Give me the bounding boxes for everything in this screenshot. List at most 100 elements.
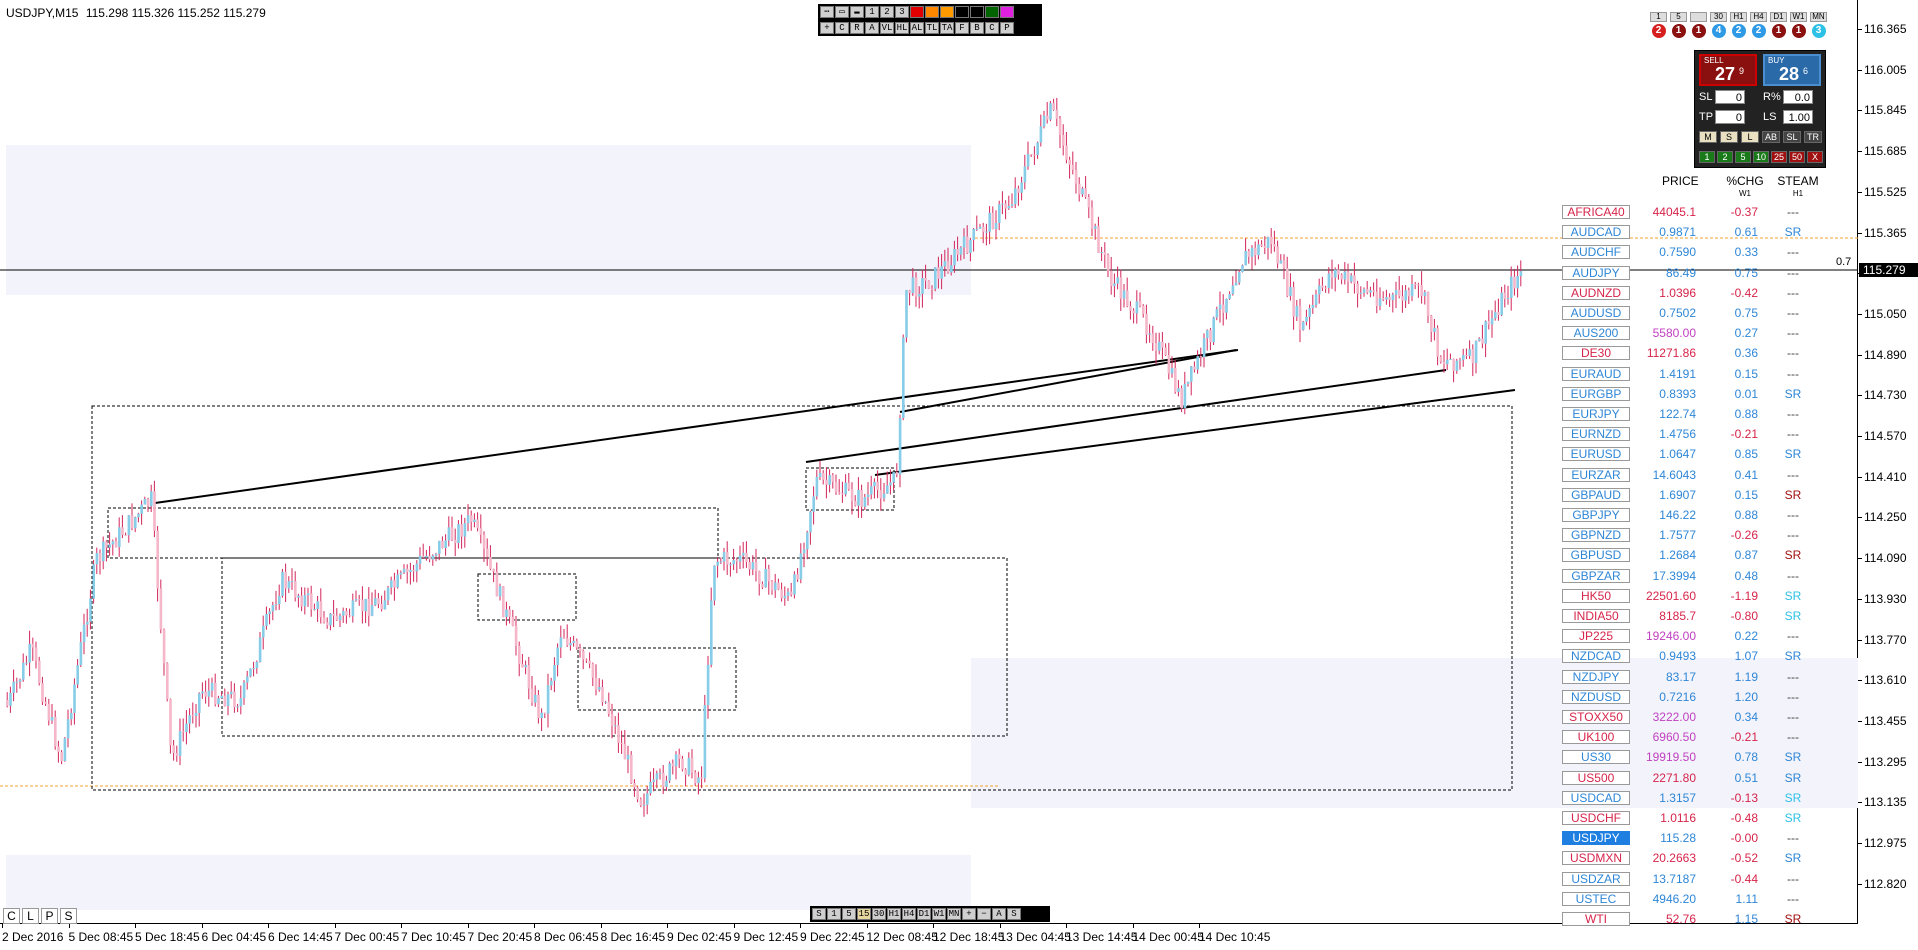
risk-input[interactable]: 0.0 <box>1783 90 1813 104</box>
watchlist-symbol[interactable]: USDZAR <box>1562 871 1630 886</box>
timeframe-button[interactable]: A <box>992 908 1006 920</box>
order-option-button[interactable]: SL <box>1783 131 1801 143</box>
toolbar-button[interactable]: P <box>1000 22 1014 34</box>
watchlist-row[interactable]: DE30 11271.86 0.36 --- <box>1562 345 1832 361</box>
timeframe-button[interactable]: S <box>1007 908 1021 920</box>
tp-input[interactable]: 0 <box>1715 110 1745 124</box>
order-option-button[interactable]: L <box>1741 131 1759 143</box>
timeframe-button[interactable]: W1 <box>932 908 946 920</box>
trend-line[interactable] <box>154 349 1239 504</box>
toolbar-button[interactable] <box>940 6 954 18</box>
watchlist-symbol[interactable]: UK100 <box>1562 730 1630 745</box>
watchlist-row[interactable]: EURGBP 0.8393 0.01 SR <box>1562 386 1832 402</box>
toolbar-button[interactable]: R <box>850 22 864 34</box>
watchlist-symbol[interactable]: USTEC <box>1562 891 1630 906</box>
watchlist-symbol[interactable]: EURAUD <box>1562 366 1630 381</box>
watchlist-symbol[interactable]: STOXX50 <box>1562 710 1630 724</box>
trend-line[interactable] <box>874 389 1516 476</box>
toolbar-button[interactable]: VL <box>880 22 894 34</box>
watchlist-symbol[interactable]: NZDCAD <box>1562 649 1630 664</box>
watchlist-symbol[interactable]: GBPJPY <box>1562 508 1630 522</box>
lot-size-input[interactable]: 1.00 <box>1783 110 1813 124</box>
toolbar-button[interactable] <box>910 6 924 18</box>
timeframe-trend[interactable]: H1 2 <box>1730 12 1747 38</box>
timeframe-trend[interactable]: 1 <box>1690 12 1707 38</box>
timeframe-button[interactable]: H4 <box>902 908 916 920</box>
lot-quick-button[interactable]: 25 <box>1771 151 1787 163</box>
watchlist-symbol[interactable]: EURGBP <box>1562 386 1630 401</box>
corner-button[interactable]: C <box>3 908 20 924</box>
toolbar-button[interactable] <box>955 6 969 18</box>
buy-button[interactable]: BUY 28 6 <box>1763 54 1821 86</box>
timeframe-button[interactable]: S <box>812 908 826 920</box>
timeframe-button[interactable]: + <box>962 908 976 920</box>
toolbar-button[interactable]: 3 <box>895 6 909 18</box>
toolbar-button[interactable]: C <box>985 22 999 34</box>
price-axis[interactable]: 116.365 116.005 115.845 115.685 115.525 115.3… <box>1858 0 1918 924</box>
timeframe-button[interactable]: − <box>977 908 991 920</box>
range-box[interactable] <box>107 507 719 559</box>
order-option-button[interactable]: AB <box>1762 131 1780 143</box>
timeframe-button[interactable]: D1 <box>917 908 931 920</box>
watchlist-symbol[interactable]: USDMXN <box>1562 851 1630 866</box>
lot-quick-button[interactable]: 50 <box>1789 151 1805 163</box>
sl-input[interactable]: 0 <box>1715 90 1745 104</box>
watchlist-symbol[interactable]: WTI <box>1562 912 1630 926</box>
corner-button[interactable]: S <box>60 908 77 924</box>
watchlist-symbol[interactable]: EURNZD <box>1562 427 1630 442</box>
watchlist-row[interactable]: GBPZAR 17.3994 0.48 --- <box>1562 568 1832 584</box>
timeframe-trend[interactable]: D1 1 <box>1770 12 1787 38</box>
watchlist-row[interactable]: USTEC 4946.20 1.11 --- <box>1562 891 1832 907</box>
watchlist-row[interactable]: NZDJPY 83.17 1.19 --- <box>1562 669 1832 685</box>
toolbar-button[interactable]: 1 <box>865 6 879 18</box>
watchlist-symbol[interactable]: HK50 <box>1562 588 1630 603</box>
lot-quick-button[interactable]: X <box>1807 151 1823 163</box>
toolbar-button[interactable]: ⋯ <box>820 6 834 18</box>
watchlist-row[interactable]: GBPUSD 1.2684 0.87 SR <box>1562 547 1832 563</box>
watchlist-symbol[interactable]: AUDCAD <box>1562 225 1630 240</box>
toolbar-button[interactable] <box>985 6 999 18</box>
lot-quick-button[interactable]: 10 <box>1753 151 1769 163</box>
lot-quick-button[interactable]: 2 <box>1717 151 1733 163</box>
toolbar-button[interactable]: A <box>865 22 879 34</box>
watchlist-symbol[interactable]: USDJPY <box>1562 831 1630 846</box>
watchlist-row[interactable]: EURUSD 1.0647 0.85 SR <box>1562 446 1832 462</box>
toolbar-button[interactable] <box>970 6 984 18</box>
timeframe-button[interactable]: 1 <box>827 908 841 920</box>
watchlist-symbol[interactable]: NZDJPY <box>1562 669 1630 684</box>
timeframe-button[interactable]: MN <box>947 908 961 920</box>
lot-quick-button[interactable]: 1 <box>1699 151 1715 163</box>
watchlist-row[interactable]: USDMXN 20.2663 -0.52 SR <box>1562 850 1832 866</box>
watchlist-row[interactable]: HK50 22501.60 -1.19 SR <box>1562 588 1832 604</box>
watchlist-symbol[interactable]: EURZAR <box>1562 467 1630 482</box>
watchlist-symbol[interactable]: GBPAUD <box>1562 487 1630 502</box>
watchlist-row[interactable]: AUS200 5580.00 0.27 --- <box>1562 325 1832 341</box>
watchlist-row[interactable]: NZDCAD 0.9493 1.07 SR <box>1562 648 1832 664</box>
timeframe-trend[interactable]: 30 4 <box>1710 12 1727 38</box>
watchlist-symbol[interactable]: AUDJPY <box>1562 265 1630 280</box>
toolbar-button[interactable]: ▭ <box>835 6 849 18</box>
watchlist-row[interactable]: GBPNZD 1.7577 -0.26 --- <box>1562 527 1832 543</box>
order-option-button[interactable]: TR <box>1804 131 1822 143</box>
toolbar-button[interactable] <box>1000 6 1014 18</box>
toolbar-button[interactable]: C <box>835 22 849 34</box>
watchlist-symbol[interactable]: EURJPY <box>1562 407 1630 421</box>
timeframe-button[interactable]: 15 <box>857 908 871 920</box>
order-option-button[interactable]: M <box>1699 131 1717 143</box>
timeframe-button[interactable]: H1 <box>887 908 901 920</box>
watchlist-symbol[interactable]: US30 <box>1562 750 1630 765</box>
time-axis[interactable]: 2 Dec 2016 5 Dec 08:45 5 Dec 18:45 6 Dec 04… <box>0 924 1858 950</box>
watchlist-row[interactable]: JP225 19246.00 0.22 --- <box>1562 628 1832 644</box>
watchlist-symbol[interactable]: JP225 <box>1562 629 1630 644</box>
watchlist-row[interactable]: WTI 52.76 1.15 SR <box>1562 911 1832 927</box>
watchlist-row[interactable]: EURJPY 122.74 0.88 --- <box>1562 406 1832 422</box>
toolbar-button[interactable] <box>925 6 939 18</box>
watchlist-row[interactable]: EURAUD 1.4191 0.15 --- <box>1562 366 1832 382</box>
watchlist-symbol[interactable]: AFRICA40 <box>1562 205 1630 219</box>
watchlist-symbol[interactable]: US500 <box>1562 770 1630 785</box>
watchlist-row[interactable]: US30 19919.50 0.78 SR <box>1562 749 1832 765</box>
watchlist-row[interactable]: USDZAR 13.7187 -0.44 --- <box>1562 871 1832 887</box>
watchlist-row[interactable]: AUDCAD 0.9871 0.61 SR <box>1562 224 1832 240</box>
sell-button[interactable]: SELL 27 9 <box>1699 54 1757 86</box>
watchlist-symbol[interactable]: AUS200 <box>1562 326 1630 341</box>
